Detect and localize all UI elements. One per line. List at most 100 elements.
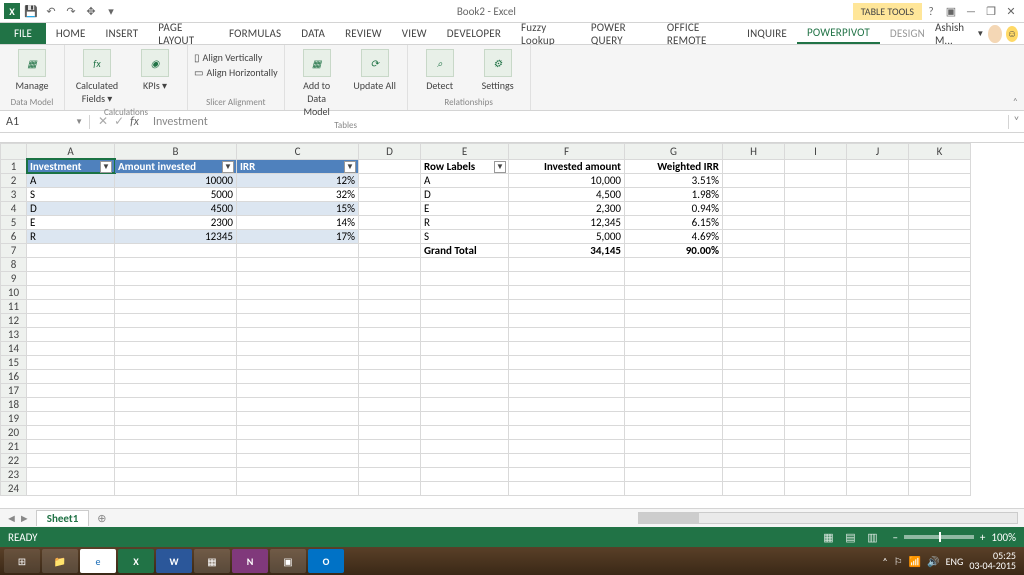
kpis-button[interactable]: ◉KPIs ▾ <box>129 47 181 94</box>
cell[interactable] <box>785 159 847 173</box>
cell[interactable] <box>509 355 625 369</box>
cell[interactable]: 32% <box>237 187 359 201</box>
settings-button[interactable]: ⚙Settings <box>472 47 524 94</box>
cell[interactable] <box>723 173 785 187</box>
cell[interactable]: R <box>27 229 115 243</box>
cell[interactable] <box>785 383 847 397</box>
cell[interactable] <box>359 411 421 425</box>
cell[interactable]: 10,000 <box>509 173 625 187</box>
col-header-D[interactable]: D <box>359 143 421 159</box>
outlook-taskbar-icon[interactable]: O <box>308 549 344 573</box>
cell[interactable] <box>909 439 971 453</box>
cell[interactable] <box>509 453 625 467</box>
cell[interactable] <box>909 285 971 299</box>
cell[interactable] <box>115 439 237 453</box>
cell[interactable] <box>115 453 237 467</box>
cell[interactable] <box>421 411 509 425</box>
cell[interactable] <box>237 369 359 383</box>
cell[interactable] <box>509 397 625 411</box>
cell[interactable] <box>359 313 421 327</box>
cell[interactable] <box>115 257 237 271</box>
tray-volume-icon[interactable]: 🔊 <box>927 555 939 568</box>
cell[interactable] <box>847 285 909 299</box>
cell[interactable] <box>909 159 971 173</box>
cell[interactable] <box>509 257 625 271</box>
cell[interactable] <box>421 271 509 285</box>
cell[interactable] <box>237 481 359 495</box>
cell[interactable] <box>115 467 237 481</box>
cell[interactable] <box>237 243 359 257</box>
cell[interactable]: S <box>421 229 509 243</box>
cell[interactable] <box>723 425 785 439</box>
cell[interactable] <box>723 159 785 173</box>
cell[interactable] <box>421 383 509 397</box>
cell[interactable] <box>723 467 785 481</box>
cell[interactable] <box>237 383 359 397</box>
page-break-view-icon[interactable]: ▥ <box>862 531 882 544</box>
formula-input[interactable]: Investment <box>147 115 1008 129</box>
cell[interactable]: 6.15% <box>625 215 723 229</box>
cell[interactable] <box>237 467 359 481</box>
cell[interactable] <box>785 425 847 439</box>
row-header[interactable]: 8 <box>1 257 27 271</box>
cell[interactable]: 4,500 <box>509 187 625 201</box>
cell[interactable] <box>785 173 847 187</box>
tab-data[interactable]: DATA <box>291 23 335 44</box>
sheet-nav-next-icon[interactable]: ► <box>19 512 30 525</box>
row-header[interactable]: 23 <box>1 467 27 481</box>
cell[interactable] <box>625 439 723 453</box>
cell[interactable] <box>785 243 847 257</box>
cell[interactable] <box>909 383 971 397</box>
cell[interactable] <box>359 285 421 299</box>
cell[interactable] <box>909 327 971 341</box>
cell[interactable] <box>237 341 359 355</box>
row-header[interactable]: 16 <box>1 369 27 383</box>
cell[interactable]: R <box>421 215 509 229</box>
feedback-smiley-icon[interactable]: ☺ <box>1006 26 1018 42</box>
app-icon[interactable]: ▦ <box>194 549 230 573</box>
cell[interactable] <box>115 341 237 355</box>
cell[interactable] <box>847 481 909 495</box>
cell[interactable]: 90.00% <box>625 243 723 257</box>
cell[interactable]: Investment▼ <box>27 159 115 173</box>
cell[interactable]: Invested amount <box>509 159 625 173</box>
cell[interactable] <box>785 229 847 243</box>
cell[interactable] <box>421 285 509 299</box>
col-header-B[interactable]: B <box>115 143 237 159</box>
undo-icon[interactable]: ↶ <box>42 2 60 20</box>
cell[interactable] <box>359 467 421 481</box>
cell[interactable] <box>785 299 847 313</box>
worksheet-grid[interactable]: A B C D E F G H I J K 1Investment▼Amount… <box>0 143 1024 508</box>
cell[interactable] <box>359 173 421 187</box>
cell[interactable] <box>909 341 971 355</box>
cell[interactable] <box>237 397 359 411</box>
touch-mode-icon[interactable]: ✥ <box>82 2 100 20</box>
sheet-nav-prev-icon[interactable]: ◄ <box>6 512 17 525</box>
cell[interactable] <box>509 327 625 341</box>
cell[interactable] <box>27 271 115 285</box>
cell[interactable] <box>115 369 237 383</box>
cell[interactable]: 17% <box>237 229 359 243</box>
row-header[interactable]: 22 <box>1 453 27 467</box>
cell[interactable] <box>909 215 971 229</box>
row-header[interactable]: 5 <box>1 215 27 229</box>
row-header[interactable]: 20 <box>1 425 27 439</box>
cell[interactable] <box>359 229 421 243</box>
cell[interactable] <box>847 453 909 467</box>
cell[interactable] <box>909 425 971 439</box>
page-layout-view-icon[interactable]: ▤ <box>840 531 860 544</box>
calculated-fields-button[interactable]: fxCalculated Fields ▾ <box>71 47 123 107</box>
cell[interactable] <box>509 467 625 481</box>
cell[interactable] <box>785 481 847 495</box>
row-header[interactable]: 6 <box>1 229 27 243</box>
cell[interactable] <box>359 453 421 467</box>
cell[interactable] <box>847 215 909 229</box>
cell[interactable] <box>421 313 509 327</box>
cell[interactable] <box>847 159 909 173</box>
cell[interactable] <box>115 481 237 495</box>
cell[interactable] <box>115 355 237 369</box>
cell[interactable] <box>625 299 723 313</box>
cell[interactable]: E <box>421 201 509 215</box>
start-button[interactable]: ⊞ <box>4 549 40 573</box>
tab-view[interactable]: VIEW <box>392 23 437 44</box>
